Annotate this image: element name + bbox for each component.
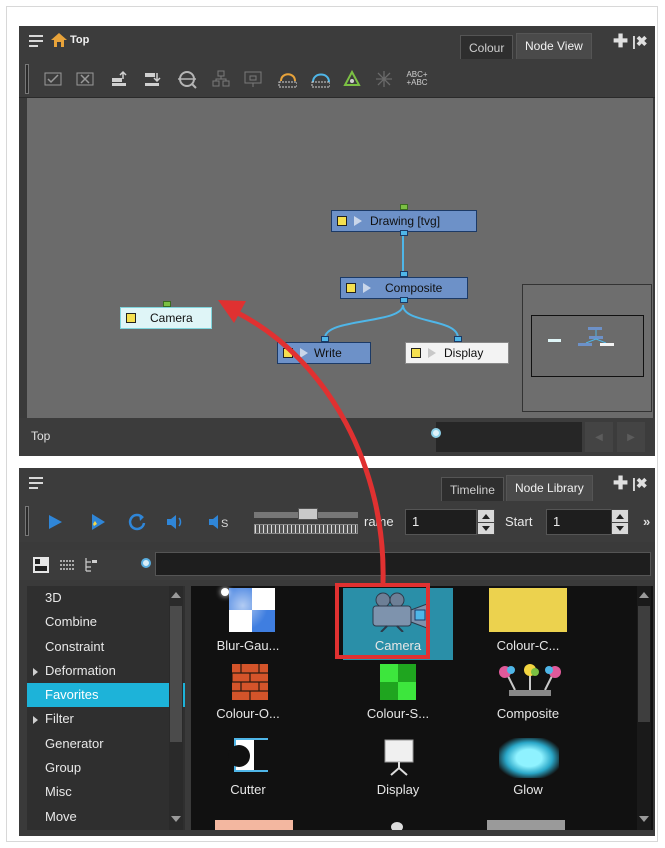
drag-arrow-annotation [218, 300, 386, 585]
